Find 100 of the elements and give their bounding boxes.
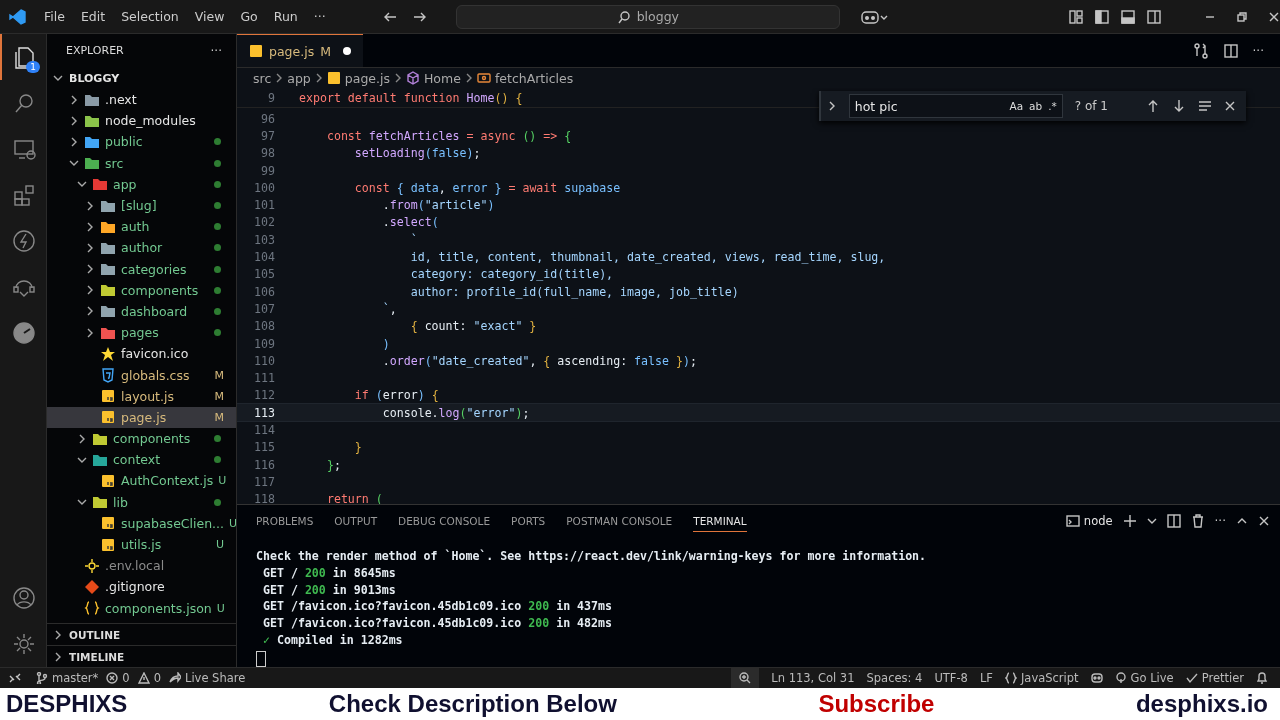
tree-item[interactable]: dashboard <box>47 300 236 323</box>
bell-icon[interactable] <box>1256 672 1268 684</box>
menu-item[interactable]: Run <box>265 6 306 27</box>
tree-item[interactable]: components <box>47 279 236 301</box>
sidebar-toggle-icon[interactable] <box>1094 8 1110 25</box>
code-line: } <box>353 440 362 455</box>
more-button[interactable]: ··· <box>1252 43 1264 58</box>
extensions-icon <box>11 182 37 208</box>
copilot-icon[interactable] <box>860 8 888 25</box>
code-line: { count: "exact" } <box>409 319 537 334</box>
panel-tab[interactable]: POSTMAN CONSOLE <box>566 510 673 532</box>
banner-text: desphixs.io <box>1135 690 1268 718</box>
match-option-toggle[interactable]: ab <box>1029 100 1043 112</box>
breadcrumb-item[interactable]: Home <box>423 70 461 86</box>
settings-icon[interactable] <box>11 631 37 657</box>
panel-tab[interactable]: OUTPUT <box>334 510 378 532</box>
split-layout-icon[interactable] <box>1146 8 1162 25</box>
js-file-icon <box>100 388 116 405</box>
more-button[interactable]: ··· <box>210 43 222 58</box>
panel-toggle-icon[interactable] <box>1120 8 1136 25</box>
arrow-down-icon[interactable] <box>1172 99 1186 113</box>
split-editor-icon[interactable] <box>1222 42 1239 59</box>
tree-item[interactable]: layout.js M <box>47 385 236 407</box>
git-status: U <box>229 516 236 530</box>
command-center[interactable]: bloggy <box>455 4 840 29</box>
section-header[interactable]: OUTLINE <box>47 623 236 645</box>
tree-item[interactable]: app <box>47 173 236 195</box>
status-item[interactable]: Go Live <box>1114 671 1174 685</box>
compare-changes-icon[interactable] <box>1192 42 1209 59</box>
close-icon[interactable] <box>1258 515 1270 527</box>
editor-tab[interactable]: page.js M <box>237 34 363 67</box>
tree-item[interactable]: auth <box>47 216 236 238</box>
line-number: 116 <box>253 457 276 472</box>
tree-item[interactable]: context <box>47 449 236 471</box>
menu-item[interactable]: Selection <box>113 6 187 27</box>
status-item[interactable]: 0 <box>137 671 161 685</box>
tree-item[interactable]: components.json U <box>47 597 236 619</box>
breadcrumb-item[interactable]: page.js <box>344 70 390 86</box>
tree-item[interactable]: components <box>47 428 236 450</box>
tree-item[interactable]: pages <box>47 322 236 344</box>
status-item[interactable]: JavaScript <box>1004 671 1079 685</box>
status-item[interactable]: Live Share <box>168 671 246 685</box>
menu-item[interactable]: ··· <box>305 6 334 27</box>
status-item[interactable]: Spaces: 4 <box>866 671 923 685</box>
status-item[interactable]: master* <box>36 671 99 685</box>
match-option-toggle[interactable]: Aa <box>1009 100 1024 112</box>
lines-icon[interactable] <box>1198 99 1212 113</box>
layout-icon[interactable] <box>1068 8 1084 25</box>
status-item[interactable]: Ln 113, Col 31 <box>771 671 855 685</box>
tree-item[interactable]: .next <box>47 89 236 111</box>
tree-item[interactable]: favicon.ico <box>47 343 236 365</box>
panel-tab[interactable]: TERMINAL <box>693 510 747 532</box>
status-item[interactable]: 0 <box>106 671 130 685</box>
split-icon[interactable] <box>1166 514 1181 528</box>
chevron-right-icon <box>464 73 473 83</box>
line-number: 100 <box>253 180 276 195</box>
tree-item[interactable]: page.js M <box>47 406 236 428</box>
breadcrumb-item[interactable]: app <box>287 70 311 86</box>
menu-item[interactable]: Go <box>232 6 266 27</box>
menu-item[interactable]: Edit <box>72 6 114 27</box>
breadcrumb-item[interactable]: src <box>253 70 272 86</box>
panel-tab[interactable]: PORTS <box>511 510 546 532</box>
menu-item[interactable]: File <box>36 6 73 27</box>
account-icon[interactable] <box>11 585 37 611</box>
chevron-down-icon[interactable] <box>1146 516 1157 526</box>
tree-item[interactable]: AuthContext.js U <box>47 470 236 492</box>
match-option-toggle[interactable]: .* <box>1048 100 1057 112</box>
zoom-icon[interactable] <box>739 672 752 684</box>
close-icon[interactable] <box>1224 100 1236 112</box>
terminal-name[interactable]: node <box>1083 514 1113 528</box>
error-icon <box>106 672 119 684</box>
status-item[interactable]: UTF-8 <box>934 671 968 685</box>
tree-item[interactable]: src <box>47 152 236 174</box>
tree-item[interactable]: globals.css M <box>47 364 236 386</box>
trash-icon[interactable] <box>1190 514 1205 528</box>
status-item[interactable]: Prettier <box>1185 671 1244 685</box>
tree-item[interactable]: supabaseClien... U <box>47 512 236 534</box>
tree-item[interactable]: .gitignore <box>47 576 236 598</box>
close-icon[interactable] <box>1268 10 1280 23</box>
arrow-up-icon[interactable] <box>1146 99 1160 113</box>
status-item[interactable]: LF <box>979 671 993 685</box>
find-field[interactable]: hot pic Aa ab .* <box>848 94 1063 118</box>
tree-item[interactable]: [slug] <box>47 194 236 217</box>
copilot-icon[interactable] <box>1090 672 1103 684</box>
tree-item[interactable]: utils.js U <box>47 533 236 556</box>
folder-icon <box>100 261 116 278</box>
tree-item[interactable]: lib <box>47 491 236 513</box>
plus-icon[interactable] <box>1122 514 1137 528</box>
tree-item[interactable]: BLOGGY <box>47 67 236 89</box>
tree-item[interactable]: node_modules <box>47 110 236 132</box>
tree-item[interactable]: .env.local <box>47 555 236 577</box>
menu-item[interactable]: View <box>186 6 233 27</box>
tree-item[interactable]: author <box>47 237 236 259</box>
tree-item[interactable]: categories <box>47 258 236 280</box>
more-button[interactable]: ··· <box>1214 514 1226 528</box>
panel-tab[interactable]: PROBLEMS <box>256 510 314 532</box>
panel-tab[interactable]: DEBUG CONSOLE <box>398 510 491 532</box>
breadcrumb-item[interactable]: fetchArticles <box>494 70 574 86</box>
restore-icon[interactable] <box>1236 10 1248 23</box>
tree-item[interactable]: public <box>47 131 236 153</box>
